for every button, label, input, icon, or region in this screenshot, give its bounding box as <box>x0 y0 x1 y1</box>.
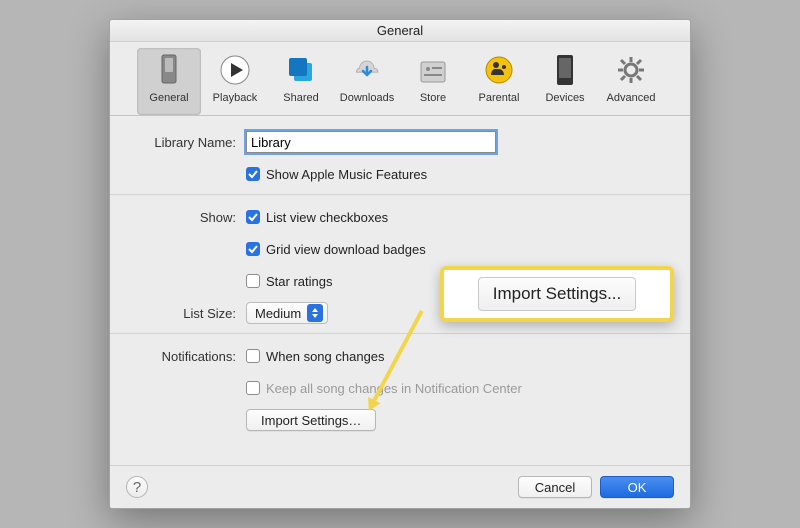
tab-store[interactable]: Store <box>401 48 465 115</box>
general-icon <box>151 52 187 88</box>
preferences-body: Library Name: Show Apple Music Features … <box>110 116 690 432</box>
tab-advanced-label: Advanced <box>607 92 656 104</box>
label-list-size: List Size: <box>134 306 246 321</box>
ok-button[interactable]: OK <box>600 476 674 498</box>
cancel-button[interactable]: Cancel <box>518 476 592 498</box>
tab-shared-label: Shared <box>283 92 318 104</box>
advanced-icon <box>613 52 649 88</box>
tab-parental[interactable]: Parental <box>467 48 531 115</box>
label-library-name: Library Name: <box>134 135 246 150</box>
tab-downloads[interactable]: Downloads <box>335 48 399 115</box>
tab-shared[interactable]: Shared <box>269 48 333 115</box>
checkbox-grid-badges[interactable] <box>246 242 260 256</box>
label-show: Show: <box>134 210 246 225</box>
help-button[interactable]: ? <box>126 476 148 498</box>
library-name-input[interactable] <box>246 131 496 153</box>
tab-devices-label: Devices <box>545 92 584 104</box>
checkbox-list-view-label: List view checkboxes <box>266 210 388 225</box>
checkbox-song-changes[interactable] <box>246 349 260 363</box>
separator <box>110 333 690 334</box>
tab-downloads-label: Downloads <box>340 92 394 104</box>
list-size-select[interactable]: Medium <box>246 302 328 324</box>
checkbox-song-changes-label: When song changes <box>266 349 385 364</box>
select-arrows-icon <box>307 304 323 322</box>
checkbox-star-ratings[interactable] <box>246 274 260 288</box>
tab-store-label: Store <box>420 92 446 104</box>
checkbox-keep-nc <box>246 381 260 395</box>
checkbox-keep-nc-label: Keep all song changes in Notification Ce… <box>266 381 522 396</box>
tab-playback-label: Playback <box>213 92 258 104</box>
checkbox-star-ratings-label: Star ratings <box>266 274 332 289</box>
list-size-value: Medium <box>255 306 301 321</box>
store-icon <box>415 52 451 88</box>
downloads-icon <box>349 52 385 88</box>
label-notifications: Notifications: <box>134 349 246 364</box>
checkbox-apple-music[interactable] <box>246 167 260 181</box>
checkbox-grid-badges-label: Grid view download badges <box>266 242 426 257</box>
preferences-sheet: General General Playback Shared Download… <box>109 19 691 509</box>
tab-playback[interactable]: Playback <box>203 48 267 115</box>
sheet-footer: ? Cancel OK <box>110 465 690 498</box>
preferences-toolbar: General Playback Shared Downloads Store <box>110 42 690 116</box>
shared-icon <box>283 52 319 88</box>
devices-icon <box>547 52 583 88</box>
playback-icon <box>217 52 253 88</box>
tab-general-label: General <box>149 92 188 104</box>
tab-advanced[interactable]: Advanced <box>599 48 663 115</box>
tab-parental-label: Parental <box>479 92 520 104</box>
parental-icon <box>481 52 517 88</box>
separator <box>110 194 690 195</box>
checkbox-apple-music-label: Show Apple Music Features <box>266 167 427 182</box>
tab-general[interactable]: General <box>137 48 201 115</box>
checkbox-list-view[interactable] <box>246 210 260 224</box>
tab-devices[interactable]: Devices <box>533 48 597 115</box>
window-title: General <box>110 20 690 42</box>
import-settings-button[interactable]: Import Settings… <box>246 409 376 431</box>
